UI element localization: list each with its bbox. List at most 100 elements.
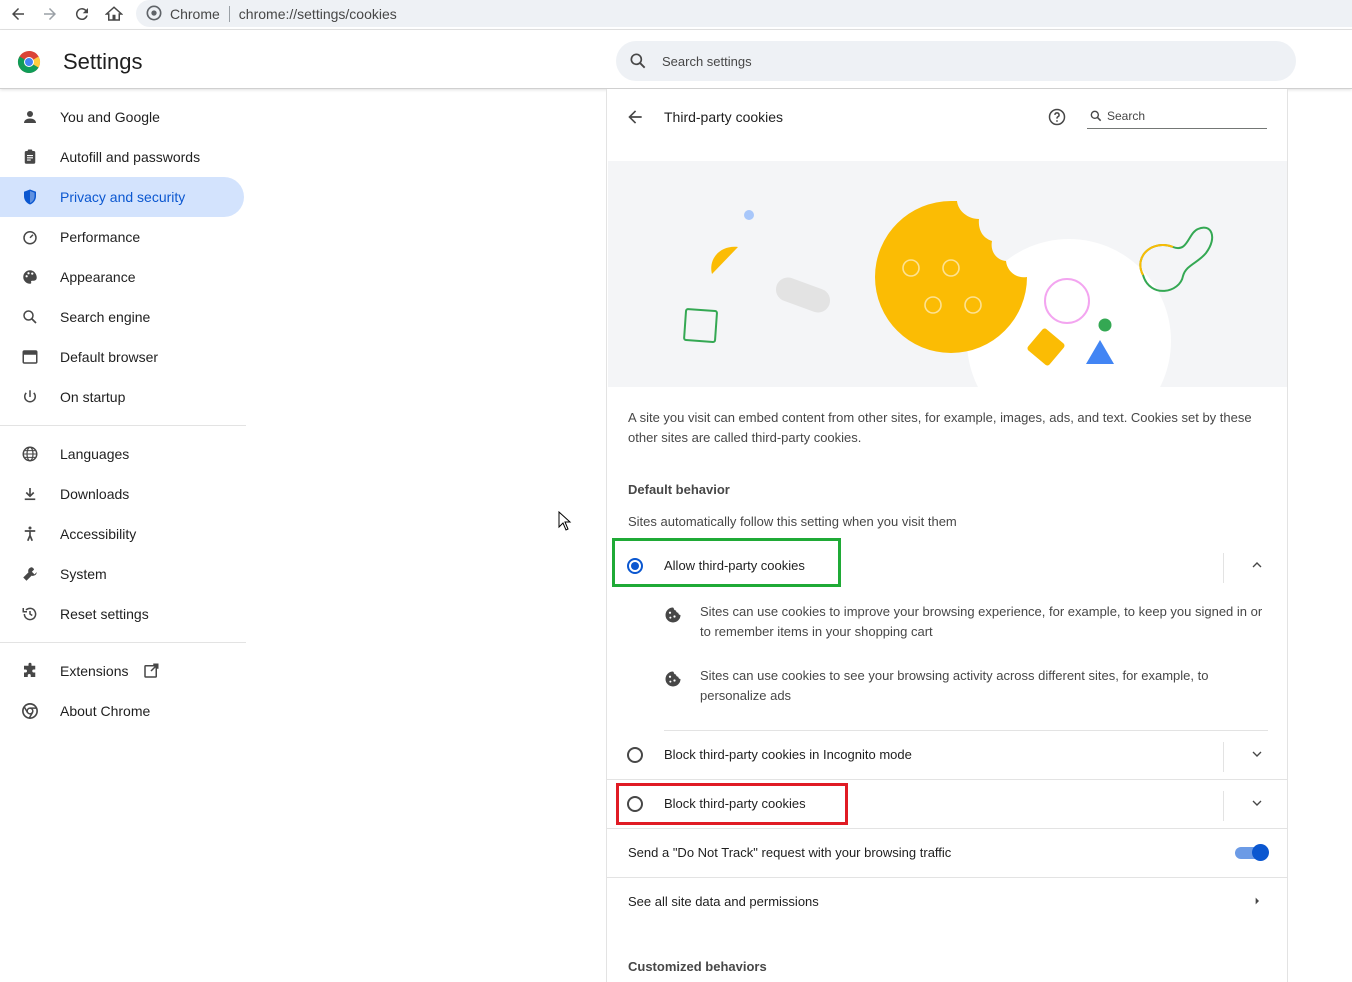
sidebar-item-performance[interactable]: Performance: [0, 217, 244, 257]
wrench-icon: [20, 564, 40, 584]
arrow-left-icon: [12, 8, 24, 20]
accessibility-icon: [20, 524, 40, 544]
cookie-illustration-icon: [683, 201, 1214, 387]
subpage-title: Third-party cookies: [664, 109, 784, 125]
sidebar-item-downloads[interactable]: Downloads: [0, 474, 244, 514]
cookie-icon: [665, 607, 681, 623]
external-link-icon: [144, 663, 159, 678]
site-label: Chrome: [170, 5, 220, 22]
url-text[interactable]: chrome://settings/cookies: [239, 6, 397, 22]
sidebar-divider: [0, 425, 246, 426]
sidebar-item-reset-settings[interactable]: Reset settings: [0, 594, 244, 634]
sidebar-divider: [0, 642, 246, 643]
sidebar-item-label: Default browser: [60, 349, 159, 365]
download-icon: [20, 484, 40, 504]
settings-card: Third-party cookies A site you vi: [606, 89, 1288, 982]
back-arrow-icon[interactable]: [625, 107, 645, 127]
sidebar-item-label: System: [60, 566, 107, 582]
sidebar-item-label: Accessibility: [60, 526, 137, 542]
reload-icon: [75, 8, 88, 21]
arrow-right-icon: [1255, 897, 1259, 905]
sidebar-item-you-and-google[interactable]: You and Google: [0, 97, 244, 137]
chrome-page-icon: [146, 5, 162, 21]
option-separator: [1223, 742, 1224, 772]
option-label: Block third-party cookies in Incognito m…: [664, 747, 912, 762]
sidebar-item-label: Languages: [60, 446, 130, 462]
cookie-illustration: [608, 161, 1287, 387]
sidebar: You and Google Autofill and passwords Pr…: [0, 97, 246, 731]
forward-button[interactable]: [38, 2, 62, 26]
sidebar-item-system[interactable]: System: [0, 554, 244, 594]
url-separator: [228, 5, 230, 22]
site-data-link[interactable]: See all site data and permissions: [628, 894, 819, 909]
do-not-track-label: Send a "Do Not Track" request with your …: [628, 845, 952, 860]
cookie-icon: [665, 671, 681, 687]
settings-header: Settings: [0, 30, 1352, 89]
sidebar-item-languages[interactable]: Languages: [0, 434, 244, 474]
puzzle-icon: [20, 661, 40, 681]
sidebar-item-label: You and Google: [60, 109, 160, 125]
home-button[interactable]: [102, 2, 126, 26]
sidebar-item-privacy[interactable]: Privacy and security: [0, 177, 244, 217]
power-icon: [20, 387, 40, 407]
sidebar-item-label: Appearance: [60, 269, 136, 285]
detail-text: Sites can use cookies to improve your br…: [700, 604, 1263, 639]
home-icon: [105, 6, 123, 21]
mouse-cursor-icon: [558, 511, 572, 531]
default-behavior-subtitle: Sites automatically follow this setting …: [628, 514, 957, 529]
sidebar-item-search-engine[interactable]: Search engine: [0, 297, 244, 337]
default-behavior-heading: Default behavior: [628, 482, 730, 497]
option-separator: [1223, 791, 1224, 821]
sidebar-item-label: About Chrome: [60, 703, 151, 719]
subpage-search[interactable]: [1087, 105, 1267, 129]
sidebar-item-autofill[interactable]: Autofill and passwords: [0, 137, 244, 177]
address-bar[interactable]: Chrome chrome://settings/cookies: [136, 0, 1352, 27]
shield-icon: [20, 187, 40, 207]
search-icon: [20, 307, 40, 327]
sidebar-item-default-browser[interactable]: Default browser: [0, 337, 244, 377]
customized-behaviors-heading: Customized behaviors: [628, 959, 767, 974]
search-icon: [1090, 110, 1102, 122]
help-icon[interactable]: [1047, 107, 1067, 127]
radio-block-incognito[interactable]: [627, 747, 643, 763]
subpage-header: Third-party cookies: [607, 89, 1287, 145]
globe-icon: [20, 444, 40, 464]
back-button[interactable]: [6, 2, 30, 26]
sidebar-item-label: Extensions: [60, 663, 129, 679]
chrome-logo-icon: [18, 51, 40, 73]
arrow-right-icon: [44, 8, 56, 20]
highlight-box-red: [616, 783, 848, 825]
sidebar-item-on-startup[interactable]: On startup: [0, 377, 244, 417]
site-data-link-row[interactable]: See all site data and permissions: [607, 877, 1287, 926]
search-input[interactable]: [662, 51, 1262, 71]
sidebar-item-accessibility[interactable]: Accessibility: [0, 514, 244, 554]
chrome-icon: [20, 701, 40, 721]
sidebar-item-extensions[interactable]: Extensions: [0, 651, 244, 691]
sidebar-item-label: Privacy and security: [60, 189, 186, 205]
browser-window-icon: [20, 347, 40, 367]
do-not-track-toggle[interactable]: [1235, 844, 1269, 861]
sidebar-item-label: Performance: [60, 229, 141, 245]
sidebar-item-appearance[interactable]: Appearance: [0, 257, 244, 297]
sidebar-item-label: Downloads: [60, 486, 130, 502]
history-icon: [20, 604, 40, 624]
search-icon: [630, 53, 646, 69]
reload-button[interactable]: [70, 2, 94, 26]
sidebar-item-label: Reset settings: [60, 606, 149, 622]
highlight-box-green: [612, 538, 841, 587]
sidebar-item-label: Autofill and passwords: [60, 149, 201, 165]
speedometer-icon: [20, 227, 40, 247]
settings-search[interactable]: [616, 41, 1296, 81]
description-text: A site you visit can embed content from …: [628, 410, 1252, 445]
subpage-search-input[interactable]: [1107, 107, 1257, 125]
sidebar-item-about-chrome[interactable]: About Chrome: [0, 691, 244, 731]
chevron-down-icon[interactable]: [1249, 746, 1265, 762]
toggle-knob: [1252, 844, 1269, 861]
chevron-up-icon[interactable]: [1249, 557, 1265, 573]
do-not-track-row[interactable]: Send a "Do Not Track" request with your …: [607, 828, 1287, 877]
chevron-down-icon[interactable]: [1249, 795, 1265, 811]
option-block-incognito[interactable]: Block third-party cookies in Incognito m…: [607, 730, 1287, 779]
sidebar-item-label: On startup: [60, 389, 126, 405]
palette-icon: [20, 267, 40, 287]
sidebar-item-label: Search engine: [60, 309, 151, 325]
